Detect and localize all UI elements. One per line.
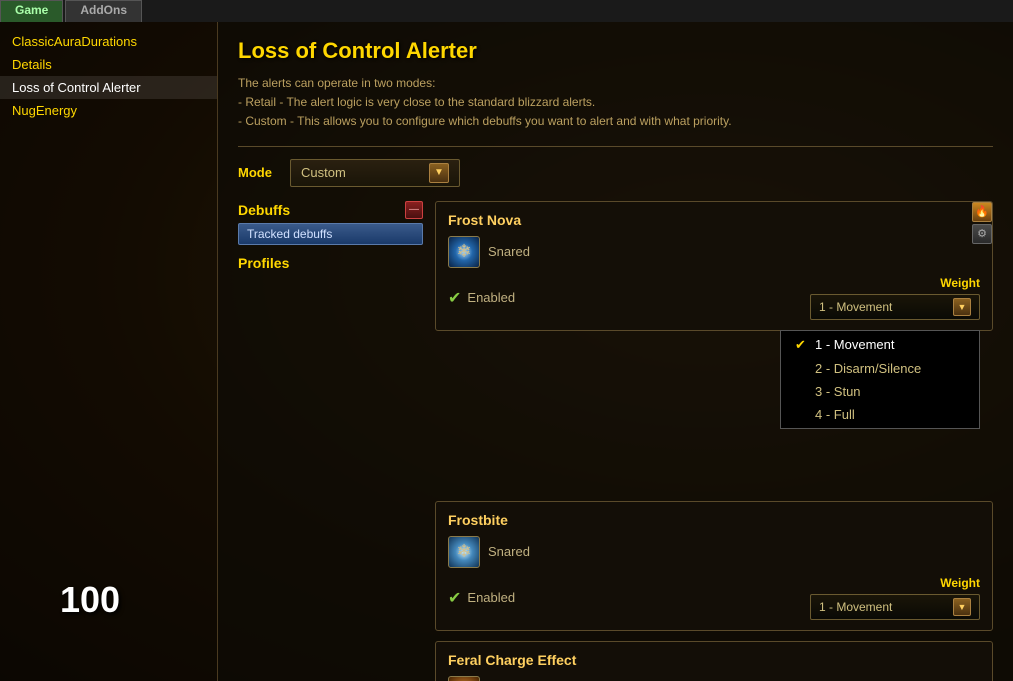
frost-nova-weight-dropdown[interactable]: 1 - Movement ▼ — [810, 294, 980, 320]
main-content: Loss of Control Alerter The alerts can o… — [218, 22, 1013, 681]
debuffs-header: Debuffs — — [238, 201, 423, 219]
weight-option-2-label: 2 - Disarm/Silence — [815, 361, 921, 376]
frost-nova-enabled-left: ✔ Enabled — [448, 288, 515, 308]
frostbite-spell-row: ❄ Snared — [448, 536, 980, 568]
mode-dropdown-arrow: ▼ — [429, 163, 449, 183]
feral-charge-title: Feral Charge Effect — [448, 652, 980, 668]
frostbite-enabled-left: ✔ Enabled — [448, 588, 515, 608]
debuffs-title: Debuffs — [238, 202, 290, 218]
frost-nova-checkmark: ✔ — [448, 288, 461, 308]
frostbite-card: Frostbite ❄ Snared ✔ Enabled Weight 1 - … — [435, 501, 993, 631]
frostbite-icon: ❄ — [448, 536, 480, 568]
frost-nova-right-icons: 🔥 ⚙ — [972, 202, 992, 244]
weight-option-1[interactable]: ✔ 1 - Movement — [781, 333, 979, 357]
frost-nova-spell-row: ❄ Snared — [448, 236, 980, 268]
sidebar-item-nugenergy[interactable]: NugEnergy — [0, 99, 217, 122]
top-bar: Game AddOns — [0, 0, 1013, 22]
frostbite-enabled-row: ✔ Enabled Weight 1 - Movement ▼ — [448, 576, 980, 620]
frost-nova-title: Frost Nova — [448, 212, 980, 228]
frostbite-weight-arrow: ▼ — [953, 598, 971, 616]
mode-section: Mode Custom ▼ — [238, 159, 993, 187]
left-panel: Debuffs — Tracked debuffs Profiles — [238, 201, 423, 271]
frost-nova-icon: ❄ — [448, 236, 480, 268]
weight-option-1-check: ✔ — [795, 337, 809, 353]
frostbite-weight-dropdown[interactable]: 1 - Movement ▼ — [810, 594, 980, 620]
frost-nova-settings-icon-btn[interactable]: ⚙ — [972, 224, 992, 244]
feral-charge-icon: 🐾 — [448, 676, 480, 681]
weight-option-3[interactable]: 3 - Stun — [781, 380, 979, 403]
frost-nova-fire-icon-btn[interactable]: 🔥 — [972, 202, 992, 222]
frost-nova-weight-arrow: ▼ — [953, 298, 971, 316]
tab-addons[interactable]: AddOns — [65, 0, 142, 22]
mode-dropdown-value: Custom — [301, 165, 346, 180]
tracked-debuffs-item[interactable]: Tracked debuffs — [238, 223, 423, 245]
frostbite-spell-label: Snared — [488, 544, 530, 559]
weight-option-2[interactable]: 2 - Disarm/Silence — [781, 357, 979, 380]
frost-nova-weight-label: Weight — [940, 276, 980, 290]
divider — [238, 146, 993, 147]
weight-option-1-label: 1 - Movement — [815, 337, 894, 352]
sidebar-item-classicauradurations[interactable]: ClassicAuraDurations — [0, 30, 217, 53]
weight-option-4-label: 4 - Full — [815, 407, 855, 422]
sidebar-item-lossofcontrolalert[interactable]: Loss of Control Alerter — [0, 76, 217, 99]
panels-row: Debuffs — Tracked debuffs Profiles Frost… — [238, 201, 993, 681]
frostbite-weight-section: Weight 1 - Movement ▼ — [810, 576, 980, 620]
feral-charge-spell-row: 🐾 Snared — [448, 676, 980, 681]
frost-nova-spell-label: Snared — [488, 244, 530, 259]
frost-nova-weight-section: Weight 1 - Movement ▼ — [810, 276, 980, 320]
weight-option-4[interactable]: 4 - Full — [781, 403, 979, 426]
profiles-label[interactable]: Profiles — [238, 255, 423, 271]
feral-charge-card: Feral Charge Effect 🐾 Snared ✔ Enabled W… — [435, 641, 993, 681]
mode-dropdown[interactable]: Custom ▼ — [290, 159, 460, 187]
weight-dropdown-menu: ✔ 1 - Movement 2 - Disarm/Silence 3 - St… — [780, 330, 980, 429]
frost-nova-enabled-text: Enabled — [467, 290, 515, 305]
frost-nova-card: Frost Nova ❄ Snared ✔ Enabled Weight 1 -… — [435, 201, 993, 331]
frostbite-title: Frostbite — [448, 512, 980, 528]
weight-option-3-label: 3 - Stun — [815, 384, 861, 399]
frost-nova-weight-value: 1 - Movement — [819, 300, 892, 314]
mode-label: Mode — [238, 165, 278, 180]
frost-nova-enabled-row: ✔ Enabled Weight 1 - Movement ▼ — [448, 276, 980, 320]
page-title: Loss of Control Alerter — [238, 38, 993, 64]
description: The alerts can operate in two modes: - R… — [238, 74, 993, 132]
tab-game[interactable]: Game — [0, 0, 63, 22]
frostbite-weight-value: 1 - Movement — [819, 600, 892, 614]
frostbite-weight-label: Weight — [940, 576, 980, 590]
frostbite-enabled-text: Enabled — [467, 590, 515, 605]
right-panel: Frost Nova ❄ Snared ✔ Enabled Weight 1 -… — [435, 201, 993, 681]
sidebar-item-details[interactable]: Details — [0, 53, 217, 76]
sidebar: ClassicAuraDurations Details Loss of Con… — [0, 22, 218, 681]
frostbite-checkmark: ✔ — [448, 588, 461, 608]
debuffs-collapse-button[interactable]: — — [405, 201, 423, 219]
level-badge: 100 — [60, 579, 120, 621]
